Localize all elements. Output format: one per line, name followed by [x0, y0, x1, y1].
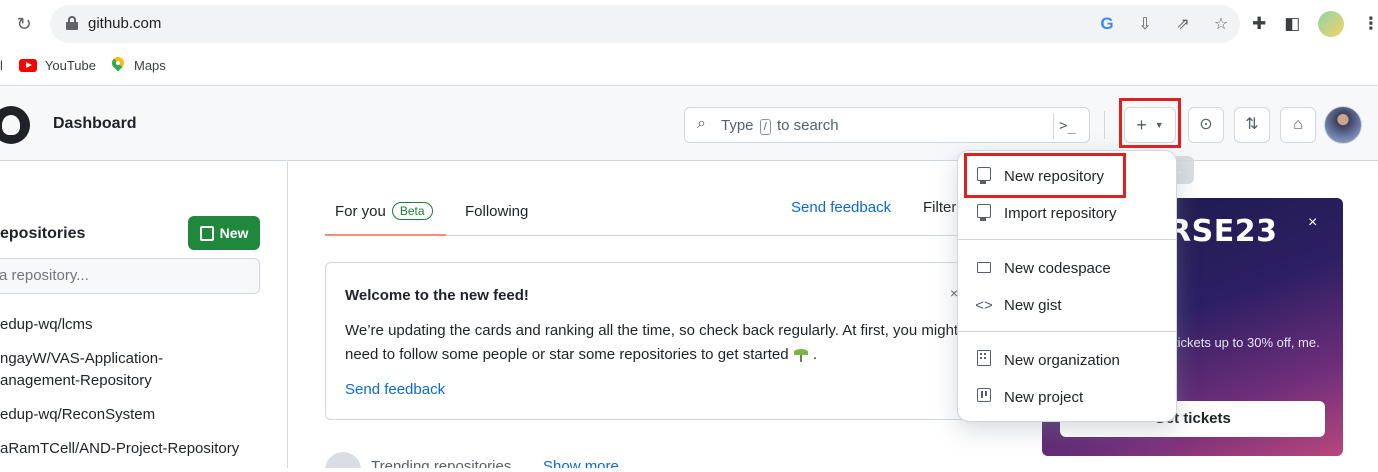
star-icon[interactable]: ☆	[1212, 14, 1230, 34]
repo-link[interactable]: edup-wq/ReconSystem	[0, 406, 155, 423]
header-divider	[1104, 111, 1105, 139]
bookmark-partial[interactable]: l	[0, 58, 3, 73]
menu-item-new-project[interactable]: New project	[958, 379, 1176, 415]
trending-section: Trending repositories Show more	[325, 452, 725, 468]
beta-badge: Beta	[391, 202, 433, 220]
profile-avatar[interactable]	[1318, 11, 1345, 37]
promo-text: tickets up to 30% off, me.	[1174, 335, 1320, 350]
menu-icon[interactable]: ⋮	[1362, 14, 1378, 34]
menu-item-new-organization[interactable]: New organization	[958, 342, 1176, 378]
search-suffix: to search	[776, 117, 839, 134]
repo-link-cont[interactable]: anagement-Repository	[0, 370, 285, 392]
search-input[interactable]: ⌕ Type / to search >_	[684, 107, 1090, 143]
bookmark-maps[interactable]: Maps	[112, 57, 166, 73]
repo-link[interactable]: aRamTCell/AND-Project-Repository	[0, 440, 239, 457]
bookmark-label: l	[0, 57, 3, 73]
page-title[interactable]: Dashboard	[53, 115, 137, 133]
maps-icon	[112, 57, 124, 73]
install-icon[interactable]: ⇩	[1136, 14, 1154, 34]
reload-icon[interactable]: ↻	[12, 12, 36, 36]
lock-icon[interactable]	[66, 16, 78, 30]
highlight-create-button	[1119, 98, 1181, 148]
new-repo-button[interactable]: New	[188, 216, 260, 250]
menu-item-label: New project	[1004, 388, 1084, 406]
promo-title: RSE23	[1168, 214, 1278, 249]
close-icon[interactable]: ×	[1308, 214, 1317, 232]
tab-label: For you	[335, 202, 386, 220]
search-prefix: Type	[721, 117, 754, 134]
list-item[interactable]: edup-wq/ReconSystem	[0, 404, 285, 426]
show-more-link[interactable]: Show more	[543, 458, 619, 468]
repo-filter-input[interactable]: a repository...	[0, 258, 260, 294]
search-placeholder: Type / to search	[721, 117, 839, 135]
bookmarks-bar: l YouTube Maps	[0, 52, 182, 78]
sidebar: epositories New a repository... edup-wq/…	[0, 162, 288, 468]
inbox-icon[interactable]: ⌂	[1280, 107, 1316, 143]
issues-icon[interactable]: ⊙	[1188, 107, 1224, 143]
repo-list: edup-wq/lcms ngayW/VAS-Application-anage…	[0, 314, 285, 472]
card-body-end: .	[812, 346, 818, 363]
google-icon[interactable]: G	[1098, 14, 1116, 34]
command-palette-icon[interactable]: >_	[1053, 113, 1081, 139]
code-icon: <>	[975, 296, 993, 314]
avatar[interactable]	[1324, 106, 1362, 144]
organization-icon	[975, 350, 993, 370]
list-item[interactable]: ngayW/VAS-Application-anagement-Reposito…	[0, 348, 285, 392]
menu-item-label: New organization	[1004, 351, 1120, 369]
address-bar[interactable]: github.com G ⇩ ⇗ ☆	[50, 5, 1240, 43]
card-body: We’re updating the cards and ranking all…	[345, 319, 975, 367]
bookmark-label: Maps	[133, 57, 166, 73]
bookmark-youtube[interactable]: YouTube	[18, 57, 96, 73]
highlight-new-repository	[964, 153, 1126, 198]
menu-divider	[958, 331, 1176, 332]
list-item[interactable]: aRamTCell/AND-Project-Repository	[0, 438, 285, 460]
url-text[interactable]: github.com	[88, 15, 161, 32]
trending-icon	[325, 452, 361, 468]
card-feedback-link[interactable]: Send feedback	[345, 381, 445, 398]
repo-icon	[199, 225, 214, 241]
address-row: ↻ github.com G ⇩ ⇗ ☆ ✚ ◧ ⋮	[0, 0, 1378, 48]
menu-item-label: New gist	[1004, 296, 1062, 314]
youtube-icon	[18, 58, 37, 72]
browser-chrome: ↻ github.com G ⇩ ⇗ ☆ ✚ ◧ ⋮ l YouTube Map…	[0, 0, 1378, 86]
repo-link[interactable]: edup-wq/lcms	[0, 316, 93, 333]
github-logo-icon[interactable]	[0, 106, 30, 144]
seedling-icon	[793, 348, 809, 363]
repo-link[interactable]: ngayW/VAS-Application-	[0, 348, 285, 370]
send-feedback-link[interactable]: Send feedback	[791, 188, 891, 234]
slash-key: /	[759, 119, 771, 135]
pull-requests-icon[interactable]: ⇅	[1234, 107, 1270, 143]
tab-following[interactable]: Following	[465, 188, 528, 234]
new-button-label: New	[219, 225, 249, 241]
filter-button[interactable]: Filter	[923, 188, 956, 234]
omnibox-actions: G ⇩ ⇗ ☆	[1098, 14, 1230, 34]
list-item[interactable]: edup-wq/lcms	[0, 314, 285, 336]
extensions-icon[interactable]: ✚	[1252, 14, 1266, 34]
search-icon: ⌕	[697, 115, 706, 132]
tab-for-you[interactable]: For you Beta	[335, 188, 433, 234]
menu-item-label: New codespace	[1004, 259, 1111, 277]
feed-tabs: For you Beta Following Send feedback Fil…	[325, 188, 960, 236]
card-title: Welcome to the new feed!	[345, 287, 529, 304]
menu-item-new-codespace[interactable]: New codespace	[958, 250, 1176, 286]
menu-item-label: Import repository	[1004, 204, 1117, 222]
side-panel-icon[interactable]: ◧	[1284, 14, 1300, 34]
welcome-card: Welcome to the new feed! × We’re updatin…	[325, 262, 985, 420]
active-tab-indicator	[325, 234, 446, 236]
menu-item-import-repository[interactable]: Import repository	[958, 195, 1176, 231]
bookmark-label: YouTube	[44, 57, 96, 73]
repositories-heading: epositories	[0, 225, 86, 242]
trending-label: Trending repositories	[371, 458, 512, 468]
tab-label: Following	[465, 202, 529, 220]
repo-push-icon	[975, 204, 993, 222]
menu-item-new-gist[interactable]: <> New gist	[958, 287, 1176, 323]
share-icon[interactable]: ⇗	[1174, 14, 1192, 34]
project-icon	[975, 388, 993, 406]
card-body-text: We’re updating the cards and ranking all…	[345, 322, 959, 363]
browser-toolbar: ✚ ◧ ⋮	[1252, 11, 1378, 37]
codespace-icon	[975, 260, 993, 277]
menu-divider	[958, 239, 1176, 240]
